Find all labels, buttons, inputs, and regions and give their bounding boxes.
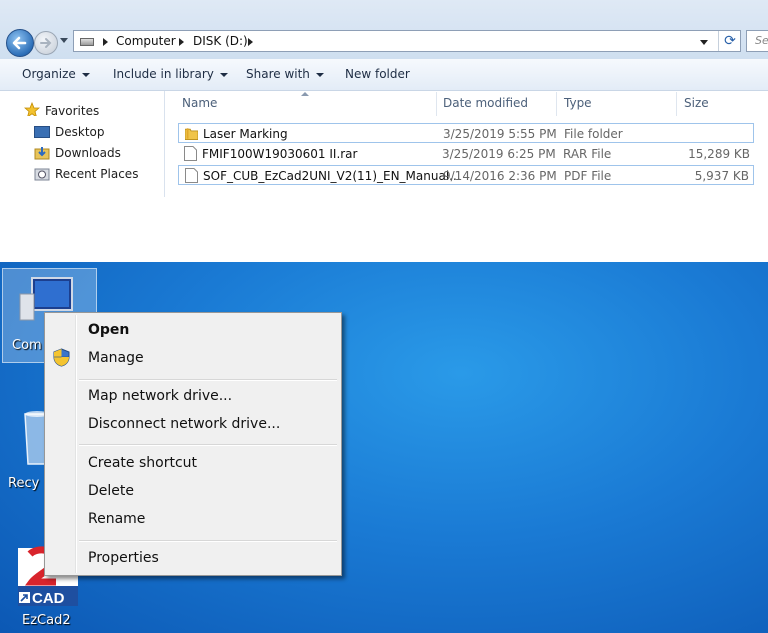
file-type: File folder bbox=[564, 127, 623, 141]
desktop-icon-label[interactable]: EzCad2 bbox=[22, 613, 71, 628]
file-name: FMIF100W19030601 II.rar bbox=[202, 147, 358, 161]
shield-icon bbox=[53, 348, 70, 367]
menu-separator bbox=[79, 444, 337, 446]
recent-pages-dropdown-icon[interactable] bbox=[60, 38, 68, 43]
nav-favorites[interactable]: Favorites bbox=[45, 104, 99, 122]
column-divider[interactable] bbox=[676, 92, 677, 116]
column-header-size[interactable]: Size bbox=[684, 96, 709, 110]
address-field[interactable]: Computer DISK (D:) ⟳ bbox=[73, 30, 741, 52]
back-arrow-icon bbox=[12, 36, 27, 50]
breadcrumb-computer[interactable]: Computer bbox=[116, 34, 176, 48]
file-row[interactable]: Laser Marking 3/25/2019 5:55 PM File fol… bbox=[178, 123, 754, 143]
menu-gutter bbox=[75, 315, 77, 573]
forward-button[interactable] bbox=[34, 31, 58, 55]
organize-label: Organize bbox=[22, 67, 76, 81]
downloads-icon bbox=[34, 147, 50, 160]
column-header-date-modified[interactable]: Date modified bbox=[443, 96, 528, 110]
nav-desktop[interactable]: Desktop bbox=[55, 125, 105, 143]
file-size: 15,289 KB bbox=[688, 147, 750, 161]
desktop-icon-label[interactable]: Com bbox=[12, 338, 42, 353]
column-divider[interactable] bbox=[436, 92, 437, 116]
file-row[interactable]: SOF_CUB_EzCad2UNI_V2(11)_EN_Manual... 9/… bbox=[178, 165, 754, 185]
desktop-icon-label[interactable]: Recy bbox=[8, 476, 39, 491]
drive-icon bbox=[80, 38, 94, 46]
breadcrumb-chevron-icon[interactable] bbox=[179, 38, 184, 46]
back-button[interactable] bbox=[6, 29, 34, 57]
file-icon bbox=[185, 168, 198, 183]
search-input[interactable]: Se bbox=[746, 30, 768, 52]
menu-item-create-shortcut[interactable]: Create shortcut bbox=[88, 455, 197, 471]
file-date: 3/25/2019 6:25 PM bbox=[442, 147, 556, 161]
breadcrumb-disk-d[interactable]: DISK (D:) bbox=[193, 34, 248, 48]
recent-places-icon bbox=[34, 168, 50, 181]
folder-icon bbox=[185, 128, 198, 140]
file-name: SOF_CUB_EzCad2UNI_V2(11)_EN_Manual... bbox=[203, 169, 461, 183]
command-bar: Organize Include in library Share with N… bbox=[0, 59, 768, 91]
file-type: RAR File bbox=[563, 147, 612, 161]
share-with-button[interactable]: Share with bbox=[246, 67, 324, 81]
include-in-library-label: Include in library bbox=[113, 67, 214, 81]
menu-item-rename[interactable]: Rename bbox=[88, 511, 145, 527]
menu-item-properties[interactable]: Properties bbox=[88, 550, 159, 566]
menu-item-manage[interactable]: Manage bbox=[88, 350, 144, 366]
file-type: PDF File bbox=[564, 169, 612, 183]
refresh-button[interactable]: ⟳ bbox=[718, 31, 741, 51]
file-size: 5,937 KB bbox=[694, 169, 749, 183]
breadcrumb-chevron-icon[interactable] bbox=[103, 38, 108, 46]
nav-recent-places[interactable]: Recent Places bbox=[55, 167, 138, 185]
file-date: 9/14/2016 2:36 PM bbox=[443, 169, 557, 183]
file-name: Laser Marking bbox=[203, 127, 288, 141]
forward-arrow-icon bbox=[40, 38, 52, 48]
nav-downloads[interactable]: Downloads bbox=[55, 146, 121, 164]
organize-button[interactable]: Organize bbox=[22, 67, 90, 81]
new-folder-button[interactable]: New folder bbox=[345, 67, 410, 81]
file-date: 3/25/2019 5:55 PM bbox=[443, 127, 557, 141]
column-divider[interactable] bbox=[556, 92, 557, 116]
breadcrumb-chevron-icon[interactable] bbox=[248, 38, 253, 46]
share-with-label: Share with bbox=[246, 67, 310, 81]
ezcad-logo-text: CAD bbox=[32, 590, 65, 607]
menu-item-disconnect-network-drive[interactable]: Disconnect network drive... bbox=[88, 416, 280, 432]
address-bar-area: Computer DISK (D:) ⟳ Se bbox=[0, 0, 768, 59]
explorer-window: Computer DISK (D:) ⟳ Se Organize Include… bbox=[0, 0, 768, 197]
address-dropdown-icon[interactable] bbox=[700, 40, 708, 45]
menu-separator bbox=[79, 540, 337, 542]
context-menu: Open Manage Map network drive... Disconn… bbox=[44, 312, 342, 576]
navigation-pane: Favorites Desktop Downloads Recent Place… bbox=[0, 91, 165, 197]
file-row[interactable]: FMIF100W19030601 II.rar 3/25/2019 6:25 P… bbox=[178, 144, 754, 164]
dropdown-arrow-icon bbox=[81, 72, 90, 77]
desktop-icon bbox=[34, 126, 50, 138]
refresh-icon: ⟳ bbox=[724, 33, 736, 49]
file-icon bbox=[184, 146, 197, 161]
star-icon bbox=[24, 102, 40, 116]
dropdown-arrow-icon bbox=[219, 72, 228, 77]
sort-indicator-icon bbox=[301, 92, 309, 96]
dropdown-arrow-icon bbox=[315, 72, 324, 77]
menu-item-open[interactable]: Open bbox=[88, 322, 129, 338]
menu-item-delete[interactable]: Delete bbox=[88, 483, 134, 499]
include-in-library-button[interactable]: Include in library bbox=[113, 67, 228, 81]
column-header-name[interactable]: Name bbox=[182, 96, 217, 110]
menu-separator bbox=[79, 379, 337, 381]
menu-item-map-network-drive[interactable]: Map network drive... bbox=[88, 388, 232, 404]
column-header-type[interactable]: Type bbox=[564, 96, 592, 110]
